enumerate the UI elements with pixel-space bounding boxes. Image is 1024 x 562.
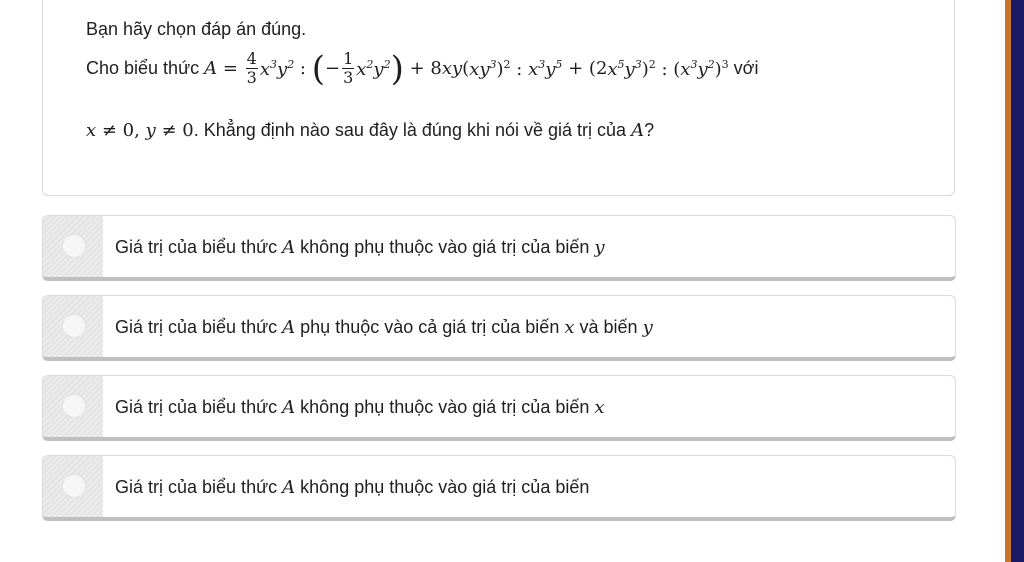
answer-option-4[interactable]: Giá trị của biểu thức A không phụ thuộc … (42, 455, 956, 521)
question-intro: Cho biểu thức (86, 58, 200, 78)
option-text: Giá trị của biểu thức A không phụ thuộc … (115, 397, 605, 418)
radio-circle-icon[interactable] (63, 395, 85, 417)
option-text: Giá trị của biểu thức A không phụ thuộc … (115, 477, 590, 498)
question-expression-line: Cho biểu thức A = 43 x3y2 : (− 13 x2y2) … (86, 48, 759, 89)
question-suffix: với (733, 58, 759, 78)
radio-circle-icon[interactable] (63, 475, 85, 497)
quiz-page: Bạn hãy chọn đáp án đúng. Cho biểu thức … (0, 0, 1005, 562)
radio-circle-icon[interactable] (63, 235, 85, 257)
radio-circle-icon[interactable] (63, 315, 85, 337)
answer-option-2[interactable]: Giá trị của biểu thức A phụ thuộc vào cả… (42, 295, 956, 361)
answer-option-1[interactable]: Giá trị của biểu thức A không phụ thuộc … (42, 215, 956, 281)
question-instruction: Bạn hãy chọn đáp án đúng. (86, 19, 307, 39)
option-text: Giá trị của biểu thức A không phụ thuộc … (115, 237, 605, 258)
question-end: ? (644, 120, 655, 140)
question-condition-line: x ≠ 0, y ≠ 0. Khẳng định nào sau đây là … (86, 120, 655, 141)
fraction-one-third: 13 (342, 49, 355, 87)
right-dark-panel (1011, 0, 1024, 562)
question-condition-text: . Khẳng định nào sau đây là đúng khi nói… (193, 120, 627, 140)
answer-option-3[interactable]: Giá trị của biểu thức A không phụ thuộc … (42, 375, 956, 441)
question-card: Bạn hãy chọn đáp án đúng. Cho biểu thức … (42, 0, 955, 196)
math-expression: A (204, 58, 218, 79)
fraction-four-thirds: 43 (245, 49, 258, 87)
option-text: Giá trị của biểu thức A phụ thuộc vào cả… (115, 317, 653, 338)
